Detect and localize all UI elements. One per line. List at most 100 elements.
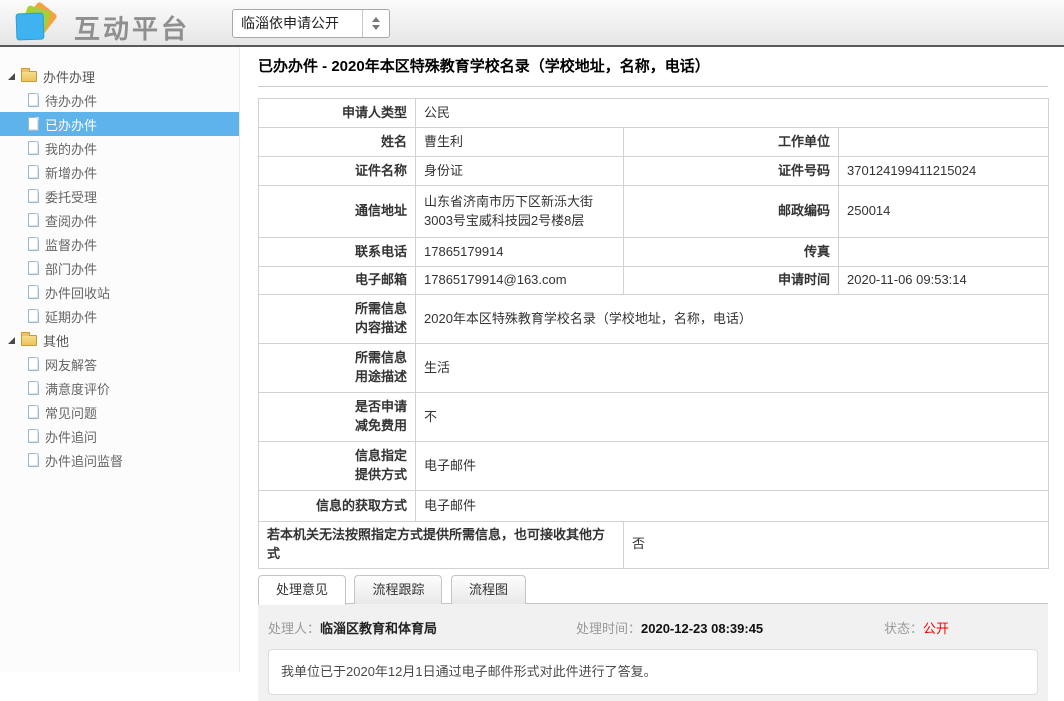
arrow-up-icon [372,17,380,22]
status-label: 状态： [884,621,923,636]
document-icon [28,117,39,131]
arrow-down-icon [372,25,380,30]
table-row: 申请人类型 公民 [259,99,1049,128]
document-icon [28,381,39,395]
other-method-value: 否 [624,522,1049,569]
site-select-dropdown[interactable]: 临淄依申请公开 [232,9,390,38]
opinion-meta-row: 处理人：临淄区教育和体育局 处理时间：2020-12-23 08:39:45 状… [268,618,1038,637]
table-row: 是否申请 减免费用 不 [259,393,1049,442]
table-row: 信息指定 提供方式 电子邮件 [259,442,1049,491]
tab-process-tracking[interactable]: 流程跟踪 [354,575,442,604]
obtain-method-label: 信息的获取方式 [259,491,416,522]
work-unit-label: 工作单位 [624,128,839,157]
document-icon [28,309,39,323]
phone-label: 联系电话 [259,238,416,267]
sidebar-item-netizen-answers[interactable]: 网友解答 [0,352,239,376]
tab-processing-opinion[interactable]: 处理意见 [258,575,346,605]
folder-icon [21,71,37,82]
apply-time-label: 申请时间 [624,267,839,295]
info-content-label: 所需信息 内容描述 [259,295,416,344]
document-icon [28,357,39,371]
sidebar-tree: 办件办理 待办办件 已办办件 我的办件 新增办件 委托受理 查阅办件 监督办件 … [0,47,240,672]
document-icon [28,93,39,107]
info-content-value: 2020年本区特殊教育学校名录（学校地址，名称，电话） [416,295,1049,344]
phone-value: 17865179914 [416,238,624,267]
app-title: 互动平台 [74,9,190,46]
provide-method-label: 信息指定 提供方式 [259,442,416,491]
document-icon [28,405,39,419]
opinion-panel: 处理人：临淄区教育和体育局 处理时间：2020-12-23 08:39:45 状… [258,604,1048,701]
sidebar-item-department-cases[interactable]: 部门办件 [0,256,239,280]
document-icon [28,189,39,203]
document-icon [28,453,39,467]
process-time-value: 2020-12-23 08:39:45 [641,621,763,636]
site-select-value: 临淄依申请公开 [233,10,362,37]
info-usage-value: 生活 [416,344,1049,393]
apply-time-value: 2020-11-06 09:53:14 [839,267,1049,295]
applicant-type-value: 公民 [416,99,1049,128]
document-icon [28,237,39,251]
document-icon [28,285,39,299]
sidebar-group-case-handling[interactable]: 办件办理 [0,64,239,88]
address-label: 通信地址 [259,186,416,238]
handler-label: 处理人： [268,621,320,636]
detail-tabs: 处理意见 流程跟踪 流程图 [258,575,1048,604]
sidebar-group-other[interactable]: 其他 [0,328,239,352]
expand-arrow-icon[interactable] [8,337,15,344]
document-icon [28,429,39,443]
work-unit-value [839,128,1049,157]
table-row: 信息的获取方式 电子邮件 [259,491,1049,522]
provide-method-value: 电子邮件 [416,442,1049,491]
document-icon [28,141,39,155]
sidebar-item-supervise-cases[interactable]: 监督办件 [0,232,239,256]
expand-arrow-icon[interactable] [8,73,15,80]
name-label: 姓名 [259,128,416,157]
sidebar-item-my-cases[interactable]: 我的办件 [0,136,239,160]
document-icon [28,213,39,227]
sidebar-item-review-cases[interactable]: 查阅办件 [0,208,239,232]
sidebar-item-delayed-cases[interactable]: 延期办件 [0,304,239,328]
table-row: 所需信息 内容描述 2020年本区特殊教育学校名录（学校地址，名称，电话） [259,295,1049,344]
tab-flowchart[interactable]: 流程图 [451,575,526,604]
table-row: 所需信息 用途描述 生活 [259,344,1049,393]
table-row: 姓名 曹生利 工作单位 [259,128,1049,157]
page-title: 已办办件 - 2020年本区特殊教育学校名录（学校地址，名称，电话） [258,57,1048,77]
app-logo-icon [12,2,60,44]
cert-no-label: 证件号码 [624,157,839,186]
name-value: 曹生利 [416,128,624,157]
sidebar-item-case-followup-supervision[interactable]: 办件追问监督 [0,448,239,472]
handler-value: 临淄区教育和体育局 [320,621,437,636]
process-time-label: 处理时间： [576,621,641,636]
postcode-label: 邮政编码 [624,186,839,238]
obtain-method-value: 电子邮件 [416,491,1049,522]
fee-waiver-value: 不 [416,393,1049,442]
table-row: 电子邮箱 17865179914@163.com 申请时间 2020-11-06… [259,267,1049,295]
table-row: 通信地址 山东省济南市历下区新泺大街3003号宝威科技园2号楼8层 邮政编码 2… [259,186,1049,238]
postcode-value: 250014 [839,186,1049,238]
sidebar-item-completed-cases[interactable]: 已办办件 [0,112,239,136]
top-header: 互动平台 临淄依申请公开 [0,0,1064,47]
sidebar-item-entrusted-acceptance[interactable]: 委托受理 [0,184,239,208]
other-method-label: 若本机关无法按照指定方式提供所需信息，也可接收其他方式 [259,522,624,569]
folder-icon [21,335,37,346]
sidebar-item-recycle-bin[interactable]: 办件回收站 [0,280,239,304]
sidebar-item-pending-cases[interactable]: 待办办件 [0,88,239,112]
logo-card-blue [16,13,45,41]
cert-name-label: 证件名称 [259,157,416,186]
spinner-arrows-icon [362,10,389,37]
document-icon [28,165,39,179]
email-label: 电子邮箱 [259,267,416,295]
cert-name-value: 身份证 [416,157,624,186]
email-value: 17865179914@163.com [416,267,624,295]
table-row: 若本机关无法按照指定方式提供所需信息，也可接收其他方式 否 [259,522,1049,569]
sidebar-item-faq[interactable]: 常见问题 [0,400,239,424]
main-content: 已办办件 - 2020年本区特殊教育学校名录（学校地址，名称，电话） 申请人类型… [258,47,1048,701]
address-value: 山东省济南市历下区新泺大街3003号宝威科技园2号楼8层 [416,186,624,238]
title-divider [258,86,1048,87]
sidebar-item-case-followup[interactable]: 办件追问 [0,424,239,448]
sidebar-item-new-case[interactable]: 新增办件 [0,160,239,184]
info-usage-label: 所需信息 用途描述 [259,344,416,393]
table-row: 联系电话 17865179914 传真 [259,238,1049,267]
fax-label: 传真 [624,238,839,267]
sidebar-item-satisfaction-rating[interactable]: 满意度评价 [0,376,239,400]
